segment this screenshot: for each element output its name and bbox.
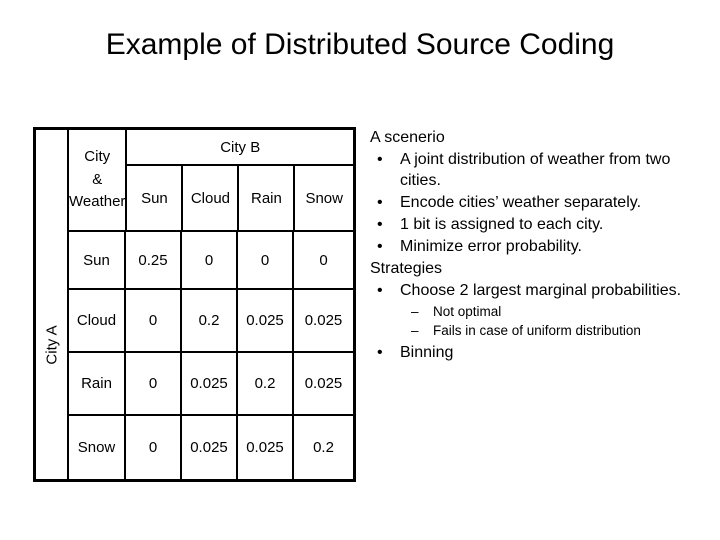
corner-cell-line-3: Weather: [69, 193, 126, 211]
strategy-bullet-1-text: Choose 2 largest marginal probabilities.: [400, 281, 682, 299]
cell-snow-sun: 0: [126, 416, 182, 479]
strategy-sub-bullet-2-text: Fails in case of uniform distribution: [433, 322, 641, 338]
scenario-bullet-2: • Encode cities’ weather separately.: [370, 193, 710, 214]
column-header-sun: Sun: [127, 166, 184, 232]
scenario-bullet-4-text: Minimize error probability.: [400, 237, 582, 255]
notes-panel: A scenerio • A joint distribution of wea…: [370, 128, 710, 364]
scenario-bullet-1-text: A joint distribution of weather from two…: [400, 150, 671, 189]
strategy-bullet-2-text: Binning: [400, 343, 454, 361]
table-row: Snow 0 0.025 0.025 0.2: [69, 416, 353, 479]
column-header-stack: City B Sun Cloud Rain Snow: [127, 130, 353, 232]
cell-cloud-rain: 0.025: [238, 290, 294, 353]
dash-icon: –: [411, 303, 419, 319]
corner-cell-line-1: City: [84, 148, 111, 166]
strategy-sub-bullet-2: – Fails in case of uniform distribution: [370, 322, 710, 340]
bullet-icon: •: [377, 237, 383, 255]
scenario-bullet-1: • A joint distribution of weather from t…: [370, 150, 710, 192]
column-subheader-row: Sun Cloud Rain Snow: [127, 166, 353, 232]
bullet-icon: •: [377, 343, 383, 361]
cell-rain-snow: 0.025: [294, 353, 353, 416]
column-header-cloud: Cloud: [183, 166, 240, 232]
scenario-bullet-3-text: 1 bit is assigned to each city.: [400, 215, 604, 233]
column-header-rain: Rain: [239, 166, 296, 232]
table-main-grid: City & Weather City B Sun Cloud Rain Sno…: [69, 130, 353, 479]
bullet-icon: •: [377, 281, 383, 299]
page-title: Example of Distributed Source Coding: [105, 28, 615, 61]
scenario-bullet-3: • 1 bit is assigned to each city.: [370, 215, 710, 236]
row-group-header-city-a: City A: [36, 130, 69, 479]
cell-cloud-cloud: 0.2: [182, 290, 238, 353]
cell-sun-sun: 0.25: [126, 232, 182, 290]
dash-icon: –: [411, 322, 419, 338]
cell-sun-rain: 0: [238, 232, 294, 290]
column-group-header-city-b: City B: [127, 130, 353, 166]
cell-cloud-snow: 0.025: [294, 290, 353, 353]
bullet-icon: •: [377, 215, 383, 233]
scenario-heading: A scenerio: [370, 129, 445, 146]
table-row: Cloud 0 0.2 0.025 0.025: [69, 290, 353, 353]
joint-distribution-table: City A City & Weather City B Sun Cloud R…: [33, 127, 356, 482]
strategy-sub-bullet-1-text: Not optimal: [433, 303, 502, 319]
row-group-header-label: City A: [43, 325, 60, 365]
cell-rain-sun: 0: [126, 353, 182, 416]
scenario-bullet-2-text: Encode cities’ weather separately.: [400, 193, 642, 211]
scenario-bullet-4: • Minimize error probability.: [370, 237, 710, 258]
table-row: Rain 0 0.025 0.2 0.025: [69, 353, 353, 416]
cell-sun-snow: 0: [294, 232, 353, 290]
row-header-rain: Rain: [69, 353, 126, 416]
row-header-snow: Snow: [69, 416, 126, 479]
table-corner-cell: City & Weather: [69, 130, 128, 232]
cell-snow-cloud: 0.025: [182, 416, 238, 479]
strategy-bullet-1: • Choose 2 largest marginal probabilitie…: [370, 281, 710, 302]
column-header-snow: Snow: [295, 166, 353, 232]
cell-rain-cloud: 0.025: [182, 353, 238, 416]
corner-cell-line-2: &: [92, 170, 103, 188]
bullet-icon: •: [377, 150, 383, 168]
strategies-heading: Strategies: [370, 259, 443, 277]
cell-sun-cloud: 0: [182, 232, 238, 290]
cell-rain-rain: 0.2: [238, 353, 294, 416]
cell-snow-snow: 0.2: [313, 439, 334, 456]
table-row: Sun 0.25 0 0 0: [69, 232, 353, 290]
cell-snow-rain: 0.025: [238, 416, 294, 479]
strategy-bullet-2: • Binning: [370, 343, 710, 364]
table-header-block: City & Weather City B Sun Cloud Rain Sno…: [69, 130, 353, 232]
cell-cloud-sun: 0: [126, 290, 182, 353]
row-header-sun: Sun: [69, 232, 126, 290]
strategy-sub-bullet-1: – Not optimal: [370, 303, 710, 321]
bullet-icon: •: [377, 193, 383, 211]
row-header-cloud: Cloud: [69, 290, 126, 353]
